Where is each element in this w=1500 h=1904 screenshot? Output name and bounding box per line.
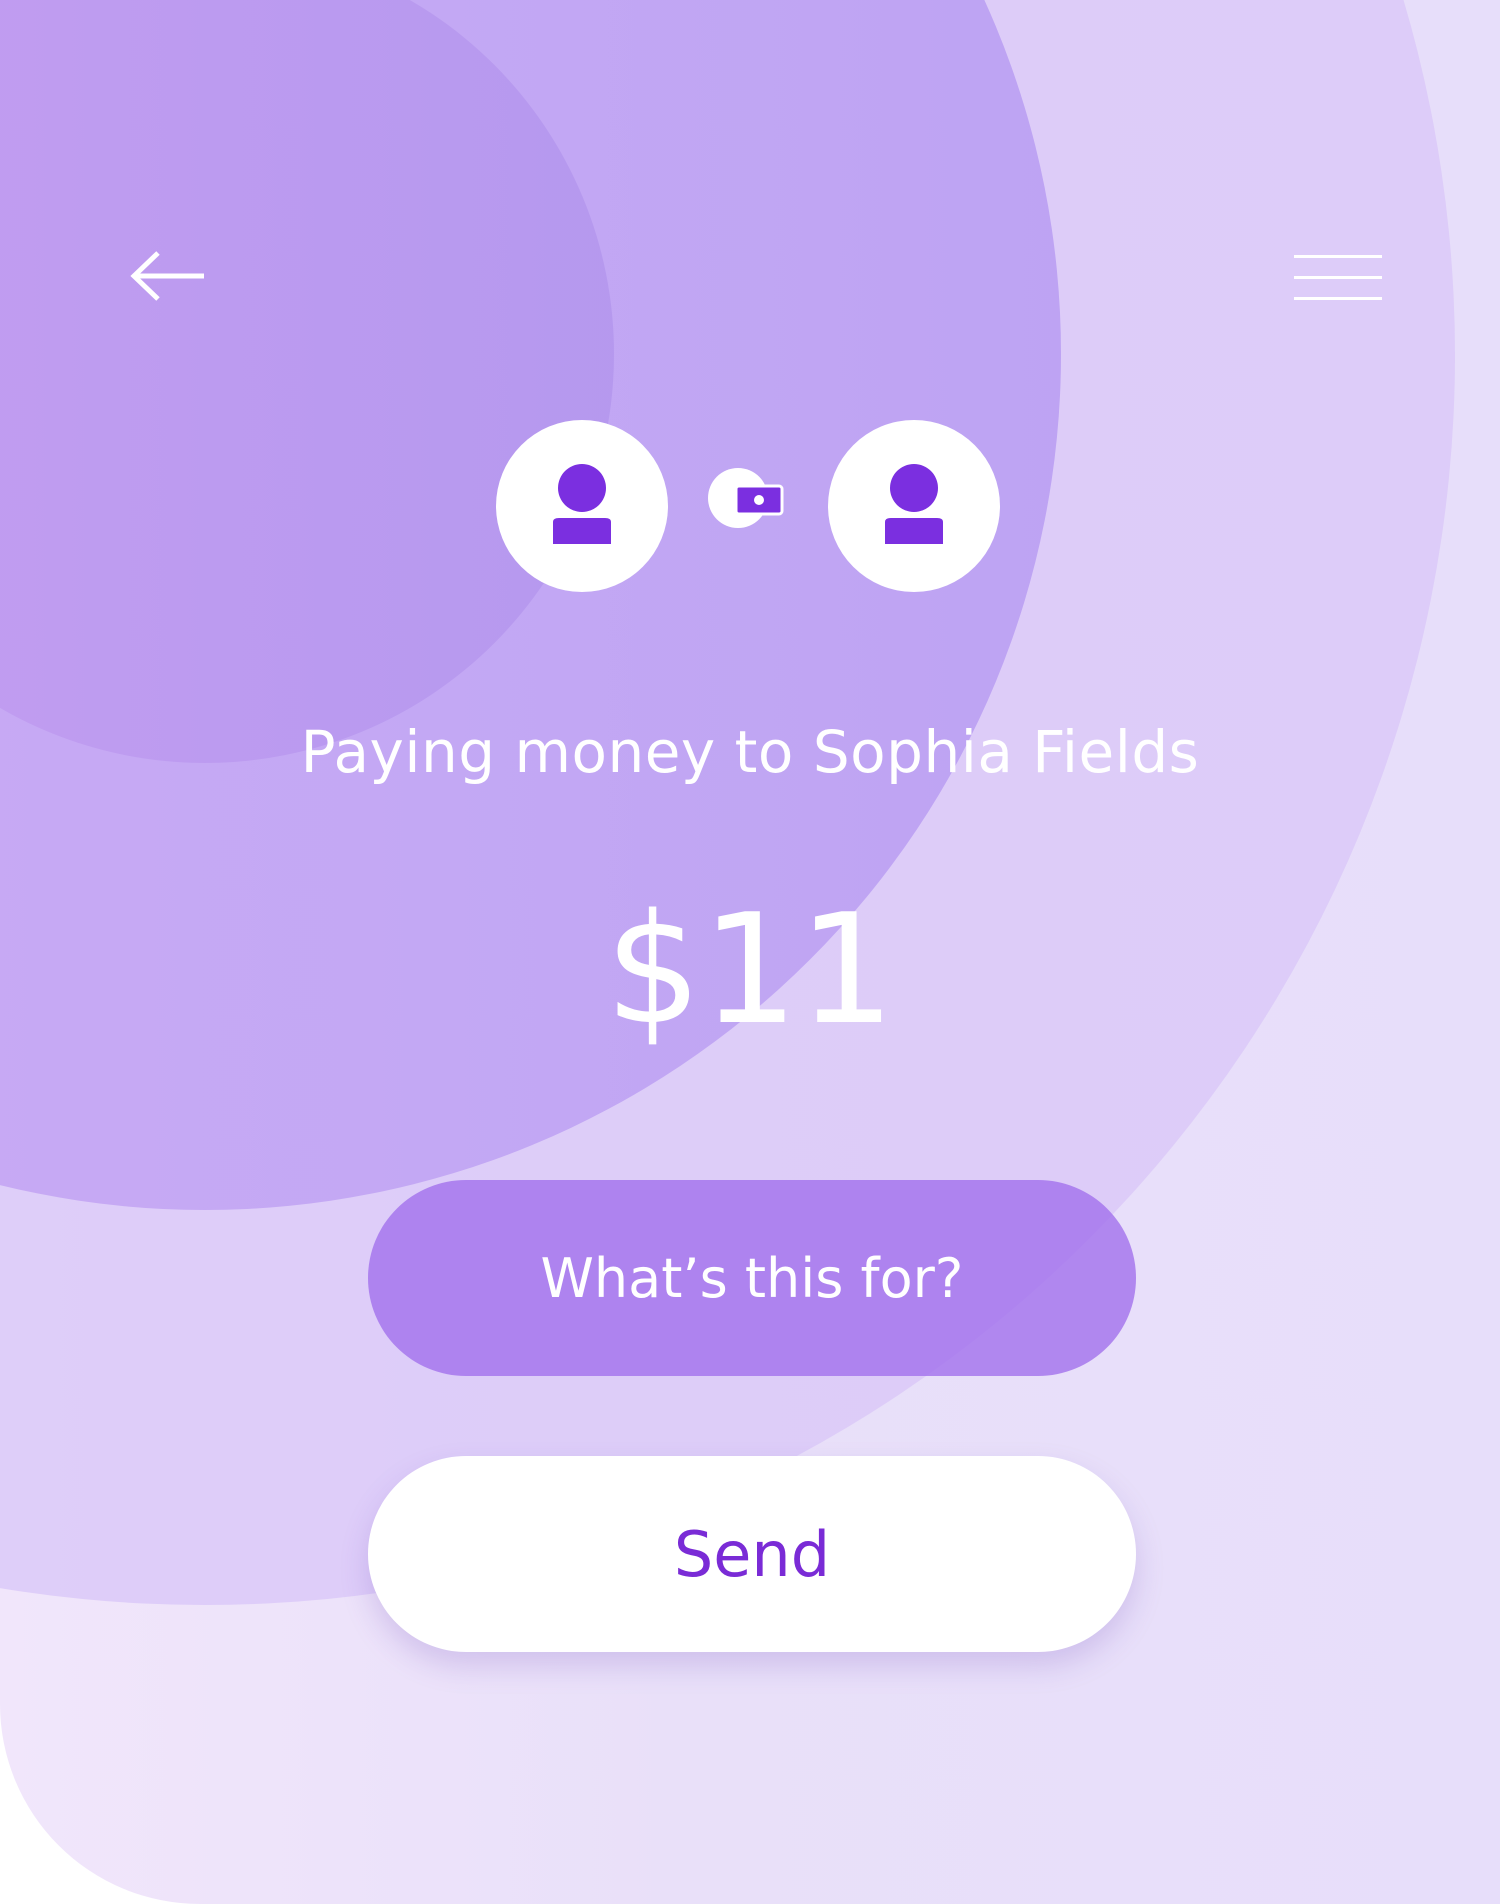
note-input-button[interactable]: What’s this for? bbox=[368, 1180, 1136, 1376]
recipient-description: Paying money to Sophia Fields bbox=[300, 718, 1200, 786]
user-icon bbox=[553, 464, 611, 544]
note-input-label: What’s this for? bbox=[540, 1246, 964, 1310]
menu-button[interactable] bbox=[1294, 254, 1382, 302]
wallet-icon bbox=[734, 484, 784, 516]
send-button[interactable]: Send bbox=[368, 1456, 1136, 1652]
back-button[interactable] bbox=[130, 250, 206, 302]
recipient-avatar bbox=[828, 420, 1000, 592]
hamburger-menu-icon bbox=[1294, 255, 1382, 300]
payment-screen: Paying money to Sophia Fields $11 What’s… bbox=[0, 0, 1500, 1904]
arrow-left-icon bbox=[130, 251, 204, 301]
sender-avatar bbox=[496, 420, 668, 592]
user-icon bbox=[885, 464, 943, 544]
payment-amount: $11 bbox=[604, 881, 896, 1058]
send-button-label: Send bbox=[673, 1517, 831, 1591]
